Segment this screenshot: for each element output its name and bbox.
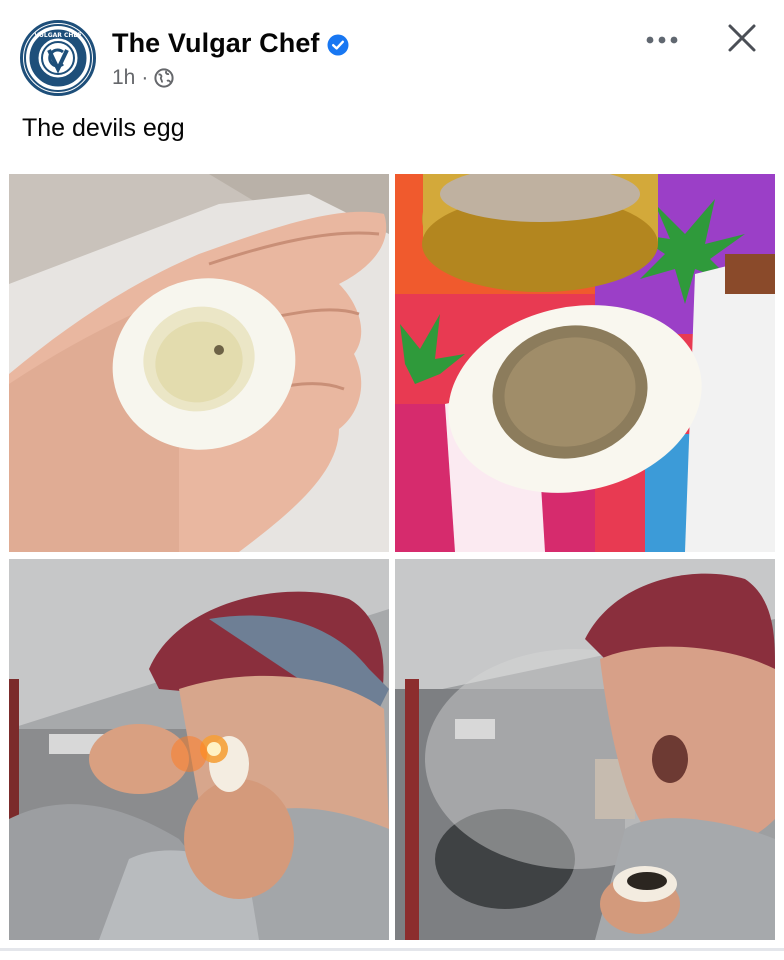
post-header: VULGAR CHEF The Vulgar Chef 1h · [0,0,784,100]
page-name[interactable]: The Vulgar Chef [112,28,320,59]
more-horizontal-icon [646,36,678,44]
photo-image [9,559,389,940]
man-lighting-egg-pipe-photo[interactable] [9,559,389,940]
vulgar-chef-logo-icon: VULGAR CHEF [24,24,92,92]
globe-icon[interactable] [154,68,174,88]
photo-image [395,174,775,552]
meta-separator: · [141,66,149,89]
hollowed-egg-in-hand-photo[interactable] [9,174,389,552]
post-meta: 1h · [112,66,174,90]
post-timestamp[interactable]: 1h [112,66,135,90]
page-avatar[interactable]: VULGAR CHEF [20,20,96,96]
photo-grid [0,162,784,952]
close-button[interactable] [720,16,764,60]
photo-image [9,174,389,552]
verified-badge-icon [327,34,349,56]
egg-filled-with-herb-photo[interactable] [395,174,775,552]
bottom-divider [0,948,784,951]
close-icon [728,24,756,52]
post-caption: The devils egg [22,114,185,142]
more-options-button[interactable] [640,22,684,58]
man-exhaling-smoke-photo[interactable] [395,559,775,940]
logo-text: VULGAR CHEF [34,32,81,39]
photo-image [395,559,775,940]
